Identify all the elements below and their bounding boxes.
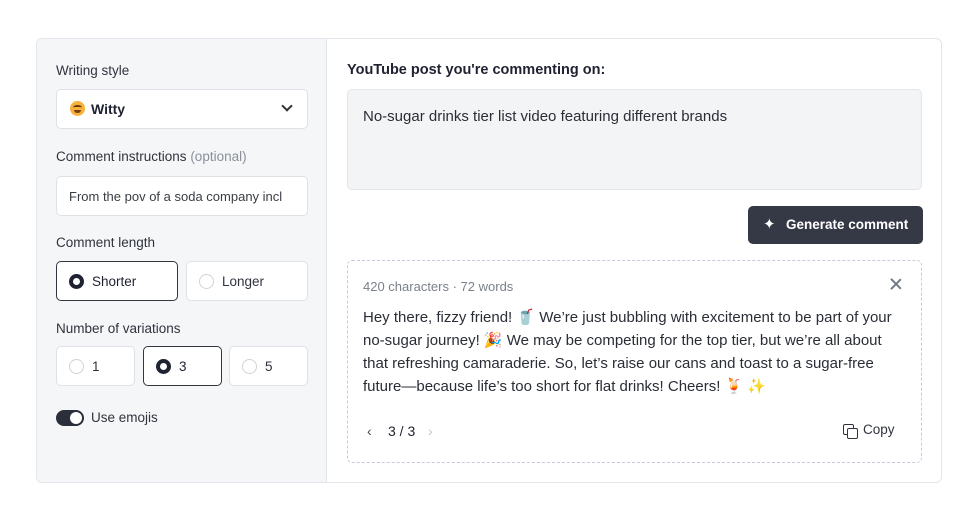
radio-empty-icon — [242, 359, 257, 374]
variation-option-3[interactable]: 3 — [143, 346, 222, 386]
variation-option-5[interactable]: 5 — [229, 346, 308, 386]
copy-icon — [843, 424, 858, 439]
next-variation-button[interactable]: › — [428, 423, 433, 439]
variation-pager: 3 / 3 — [388, 423, 416, 439]
generate-comment-button[interactable]: ✦ Generate comment — [748, 206, 923, 244]
instructions-input[interactable] — [57, 177, 307, 215]
radio-selected-icon — [69, 274, 84, 289]
grinning-face-icon — [70, 101, 85, 116]
writing-style-value: Witty — [91, 101, 126, 117]
post-heading: YouTube post you're commenting on: — [347, 62, 606, 78]
length-option-longer[interactable]: Longer — [186, 261, 308, 301]
length-label: Comment length — [56, 235, 156, 250]
use-emojis-toggle[interactable] — [56, 410, 84, 426]
radio-selected-icon — [156, 359, 171, 374]
sparkle-icon: ✦ — [763, 216, 776, 233]
instructions-field-wrap — [56, 176, 308, 216]
comment-stats: 420 characters · 72 words — [363, 279, 514, 294]
output-panel: YouTube post you're commenting on: No-su… — [327, 39, 941, 482]
variations-label: Number of variations — [56, 321, 181, 336]
previous-variation-button[interactable]: ‹ — [367, 423, 372, 439]
close-icon[interactable] — [889, 277, 903, 291]
radio-empty-icon — [199, 274, 214, 289]
settings-panel: Writing style Witty Comment instructions… — [37, 39, 327, 482]
copy-button[interactable]: Copy — [843, 421, 899, 441]
comment-generator-card: Writing style Witty Comment instructions… — [36, 38, 942, 483]
generated-comment-text: Hey there, fizzy friend! 🥤 We’re just bu… — [363, 309, 892, 395]
copy-label: Copy — [863, 422, 895, 437]
instructions-label: Comment instructions (optional) — [56, 149, 247, 164]
length-option-shorter[interactable]: Shorter — [56, 261, 178, 301]
variation-option-label: 5 — [265, 359, 273, 374]
generated-comment-card: 420 characters · 72 words Hey there, fiz… — [347, 260, 922, 463]
chevron-down-icon — [281, 100, 293, 112]
variation-option-label: 3 — [179, 359, 187, 374]
generate-comment-label: Generate comment — [786, 217, 909, 232]
radio-empty-icon — [69, 359, 84, 374]
writing-style-select[interactable]: Witty — [56, 89, 308, 129]
use-emojis-label: Use emojis — [91, 410, 158, 425]
variation-option-label: 1 — [92, 359, 100, 374]
post-description-text: No-sugar drinks tier list video featurin… — [363, 108, 728, 125]
length-option-label: Shorter — [92, 274, 137, 289]
post-description-box[interactable]: No-sugar drinks tier list video featurin… — [347, 89, 922, 190]
variation-option-1[interactable]: 1 — [56, 346, 135, 386]
writing-style-label: Writing style — [56, 63, 130, 78]
length-option-label: Longer — [222, 274, 265, 289]
